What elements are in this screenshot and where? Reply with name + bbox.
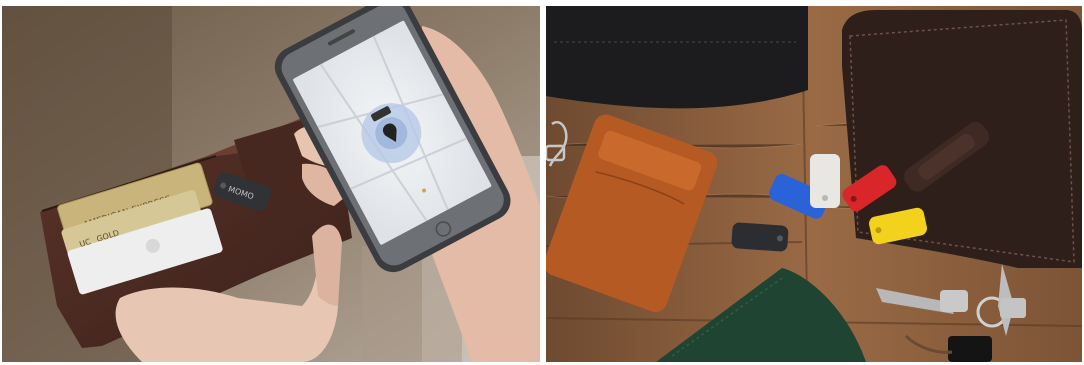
image-canvas: AMERICAN EXPRESS UC GOLD MOMO <box>0 0 1084 365</box>
photo-tags-on-table <box>546 6 1082 362</box>
black-leather-case <box>546 6 808 109</box>
tracker-tag-white <box>810 154 840 208</box>
photo-wallet-smartphone: AMERICAN EXPRESS UC GOLD MOMO <box>2 6 540 362</box>
tags-scene <box>546 6 1082 362</box>
tracker-tag-black <box>731 222 789 252</box>
wallet-scene: AMERICAN EXPRESS UC GOLD MOMO <box>2 6 540 362</box>
